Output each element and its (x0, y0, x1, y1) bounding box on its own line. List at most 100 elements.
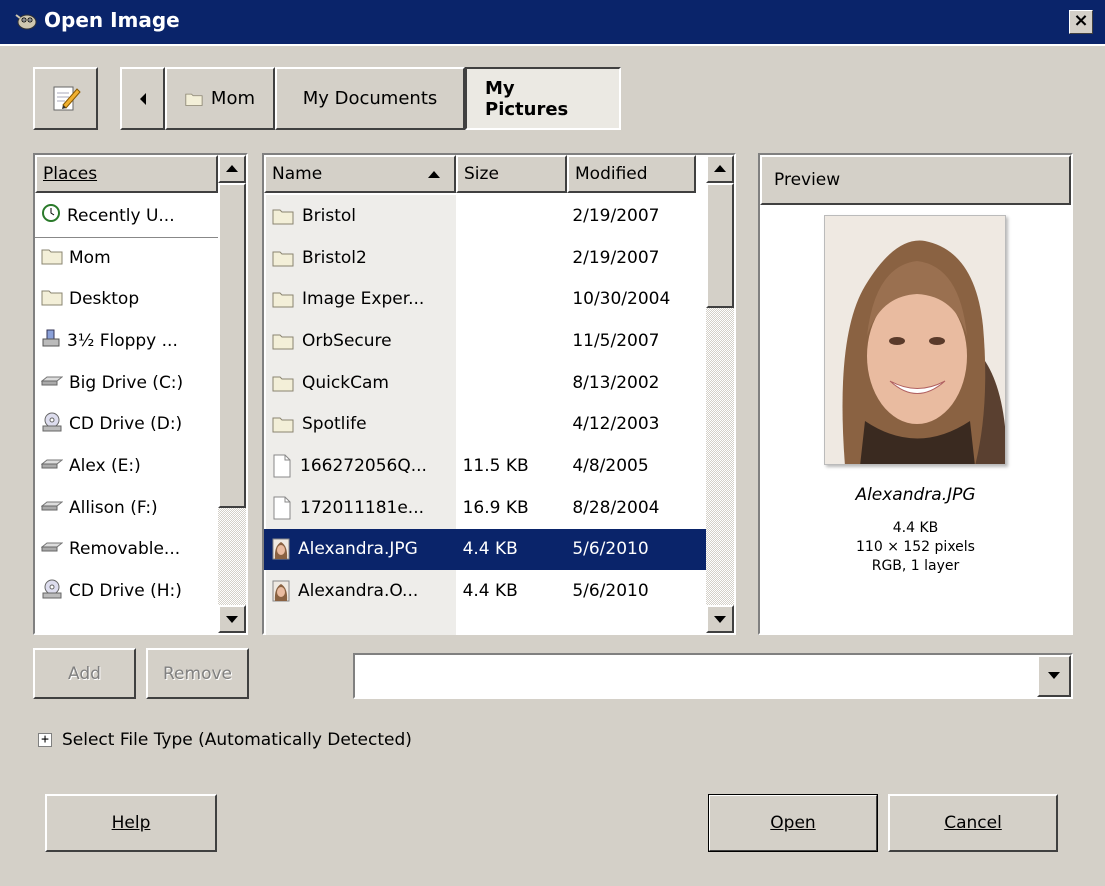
places-header[interactable]: Places (35, 155, 218, 193)
path-back-button[interactable] (120, 67, 165, 130)
file-size: 4.4 KB (462, 539, 518, 560)
places-item[interactable]: Removable... (35, 529, 218, 571)
places-item-label: CD Drive (H:) (69, 581, 182, 602)
places-item[interactable]: Alex (E:) (35, 445, 218, 487)
file-row[interactable]: 166272056Q... 11.5 KB 4/8/2005 (264, 445, 706, 487)
file-name: Spotlife (302, 414, 367, 435)
folder-icon (41, 288, 63, 311)
column-header-modified[interactable]: Modified (567, 155, 696, 193)
places-item[interactable]: CD Drive (D:) (35, 403, 218, 445)
file-name-cell: Image Exper... (264, 289, 457, 309)
column-header-size[interactable]: Size (456, 155, 567, 193)
path-button-mom[interactable]: Mom (165, 67, 275, 130)
file-name: OrbSecure (302, 330, 392, 351)
path-button-label: My Documents (302, 88, 438, 109)
file-name-cell: Alexandra.JPG (264, 538, 457, 560)
scroll-up-button[interactable] (218, 155, 246, 183)
path-button-label: My Pictures (485, 77, 569, 120)
file-row[interactable]: Alexandra.JPG 4.4 KB 5/6/2010 (264, 528, 706, 571)
preview-size: 4.4 KB (892, 520, 939, 536)
file-name: QuickCam (302, 372, 389, 393)
file-row[interactable]: Spotlife 4/12/2003 (264, 403, 706, 445)
scroll-up-button[interactable] (706, 155, 734, 183)
places-item-label: Mom (69, 248, 111, 269)
cd-icon (41, 578, 63, 605)
places-item-label: Desktop (69, 289, 140, 310)
sort-ascending-icon (428, 171, 440, 178)
places-scrollbar[interactable] (218, 155, 246, 633)
file-name-cell: 166272056Q... (264, 454, 457, 478)
scroll-thumb[interactable] (706, 183, 734, 308)
file-modified: 11/5/2007 (572, 330, 660, 351)
places-item[interactable]: Recently U... (35, 195, 218, 237)
file-row[interactable]: 172011181e... 16.9 KB 8/28/2004 (264, 487, 706, 529)
places-header-label: Places (43, 164, 98, 184)
file-name-cell: Bristol (264, 206, 457, 226)
folder-icon (272, 290, 294, 308)
open-button[interactable]: Open (708, 794, 878, 852)
preview-header-label: Preview (774, 170, 841, 190)
path-bar: Mom My Documents My Pictures (120, 67, 621, 130)
file-name: Alexandra.O... (298, 581, 419, 602)
places-item-label: Removable... (69, 539, 181, 560)
image-icon (272, 580, 290, 602)
files-scrollbar[interactable] (706, 155, 734, 633)
places-item-label: Alex (E:) (69, 455, 141, 476)
places-item[interactable]: Allison (F:) (35, 487, 218, 529)
path-button-my-documents[interactable]: My Documents (275, 67, 465, 130)
combo-dropdown-button[interactable] (1037, 655, 1071, 697)
scroll-down-button[interactable] (218, 605, 246, 633)
file-row[interactable]: QuickCam 8/13/2002 (264, 362, 706, 404)
file-filter-combo[interactable] (353, 653, 1073, 699)
file-row[interactable]: Alexandra.O... 4.4 KB 5/6/2010 (264, 570, 706, 612)
file-name: Alexandra.JPG (298, 539, 418, 560)
folder-icon (272, 332, 294, 350)
places-item[interactable]: Desktop (35, 278, 218, 320)
gimp-app-icon (15, 14, 37, 30)
file-row[interactable]: OrbSecure 11/5/2007 (264, 320, 706, 362)
help-button[interactable]: Help (45, 794, 217, 852)
folder-icon (185, 93, 203, 106)
folder-icon (272, 249, 294, 267)
path-button-label: Mom (210, 88, 255, 109)
places-item[interactable]: Mom (35, 236, 218, 279)
expander-label: Select File Type (Automatically Detected… (62, 730, 412, 750)
preview-dimensions: 110 × 152 pixels (856, 539, 975, 555)
places-item[interactable]: 3½ Floppy ... (35, 320, 218, 362)
file-icon (272, 454, 292, 478)
file-row[interactable]: Bristol 2/19/2007 (264, 195, 706, 237)
file-modified: 5/6/2010 (572, 581, 649, 602)
file-name-cell: Bristol2 (264, 248, 457, 268)
type-location-button[interactable] (33, 67, 98, 130)
column-header-label: Name (272, 164, 323, 184)
select-file-type-expander[interactable]: + Select File Type (Automatically Detect… (38, 730, 412, 750)
path-button-my-pictures[interactable]: My Pictures (465, 67, 621, 130)
scroll-down-button[interactable] (706, 605, 734, 633)
cancel-button[interactable]: Cancel (888, 794, 1058, 852)
preview-filename: Alexandra.JPG (855, 485, 976, 505)
file-row[interactable]: Image Exper... 10/30/2004 (264, 278, 706, 320)
close-button[interactable]: × (1069, 10, 1093, 34)
scroll-thumb[interactable] (218, 183, 246, 508)
preview-mode: RGB, 1 layer (871, 558, 960, 574)
remove-bookmark-button[interactable]: Remove (146, 648, 249, 699)
add-bookmark-button[interactable]: Add (33, 648, 136, 699)
places-item-label: Allison (F:) (69, 497, 158, 518)
drive-icon (40, 456, 64, 476)
file-modified: 2/19/2007 (572, 205, 660, 226)
drive-icon (40, 498, 64, 518)
preview-info: 4.4 KB 110 × 152 pixels RGB, 1 layer (760, 519, 1071, 576)
pencil-icon (53, 86, 81, 111)
add-button-label: Add (68, 663, 101, 684)
file-size: 4.4 KB (462, 581, 518, 602)
arrow-down-icon (226, 616, 238, 623)
file-modified: 8/13/2002 (572, 372, 660, 393)
floppy-icon (41, 328, 61, 353)
file-name: Bristol (302, 205, 357, 226)
column-header-name[interactable]: Name (264, 155, 456, 193)
file-name-cell: QuickCam (264, 373, 457, 393)
places-item[interactable]: CD Drive (H:) (35, 570, 218, 612)
arrow-up-icon (226, 165, 238, 172)
places-item[interactable]: Big Drive (C:) (35, 362, 218, 404)
file-row[interactable]: Bristol2 2/19/2007 (264, 237, 706, 279)
